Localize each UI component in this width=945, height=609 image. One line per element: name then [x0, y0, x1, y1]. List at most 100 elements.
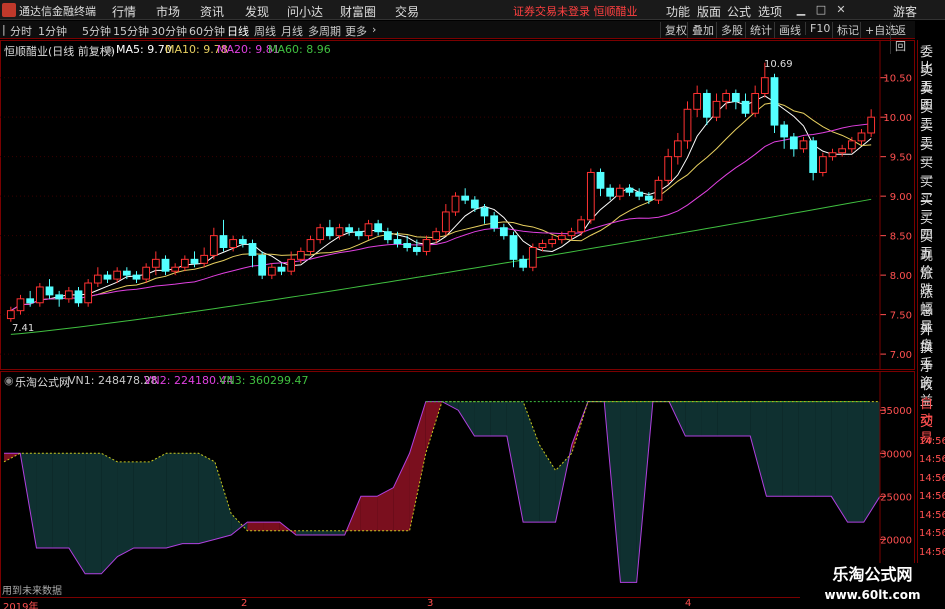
- candle-body: [287, 258, 296, 272]
- menu-zixun[interactable]: 资讯: [200, 3, 224, 20]
- toggle-circle-icon[interactable]: ◉: [104, 43, 114, 56]
- indicator-title: 乐淘公式网: [15, 376, 70, 389]
- tab-more[interactable]: 更多: [345, 23, 367, 39]
- candle-body: [432, 231, 441, 241]
- menu-jiaoyi[interactable]: 交易: [395, 3, 419, 20]
- candle-body: [528, 246, 537, 268]
- candle-body: [538, 243, 547, 248]
- menu-faxian[interactable]: 发现: [245, 3, 269, 20]
- menu-caifuquan[interactable]: 财富圈: [340, 3, 376, 20]
- ma20-line: [10, 123, 872, 312]
- toggle-circle-icon[interactable]: ◉: [4, 374, 14, 387]
- btn-diejia[interactable]: 叠加: [687, 22, 714, 38]
- candle-body: [364, 223, 373, 237]
- candle-body: [847, 140, 856, 150]
- candle-body: [74, 290, 83, 304]
- fill-bear: [620, 401, 637, 583]
- menu-wenxiaoda[interactable]: 问小达: [287, 3, 323, 20]
- candle-body: [64, 290, 73, 300]
- candle-body: [219, 235, 228, 248]
- tab-multi-period[interactable]: 多周期: [308, 23, 341, 39]
- fill-bear: [847, 401, 864, 523]
- fill-bear: [328, 530, 345, 536]
- watermark-title: 乐淘公式网: [832, 565, 913, 584]
- side-item[interactable]: 14:56: [919, 434, 945, 450]
- btn-fuquan[interactable]: 复权: [660, 22, 687, 38]
- candle-body: [760, 77, 769, 94]
- candle-body: [509, 235, 518, 260]
- candle-body: [277, 266, 286, 272]
- minimize-icon[interactable]: ▁: [793, 2, 809, 17]
- btn-duogu[interactable]: 多股: [716, 22, 743, 38]
- fill-bear: [734, 401, 751, 437]
- close-icon[interactable]: ✕: [833, 2, 849, 17]
- candle-body: [403, 243, 412, 248]
- candle-body: [354, 231, 363, 237]
- chevron-right-icon[interactable]: ›: [372, 23, 376, 36]
- fill-bear: [539, 444, 556, 523]
- tab-weekly[interactable]: 周线: [254, 23, 276, 39]
- candle-body: [789, 136, 798, 150]
- candle-body: [741, 100, 750, 114]
- candle-body: [55, 294, 64, 300]
- side-item[interactable]: 14:56: [919, 545, 945, 561]
- side-item[interactable]: 14:56: [919, 471, 945, 487]
- fill-bull: [360, 496, 378, 531]
- tab-60min[interactable]: 60分钟: [189, 23, 225, 39]
- menu-gongshi[interactable]: 公式: [727, 3, 751, 20]
- tab-1min[interactable]: 1分钟: [38, 23, 67, 39]
- y-tick-label: 25000: [880, 492, 912, 503]
- menu-shichang[interactable]: 市场: [156, 3, 180, 20]
- btn-tongji[interactable]: 统计: [745, 22, 772, 38]
- fill-bear: [198, 453, 215, 544]
- indicator-chart[interactable]: 20000 25000 30000 35000: [0, 371, 915, 598]
- menu-xuanxiang[interactable]: 选项: [758, 3, 782, 20]
- tab-15min[interactable]: 15分钟: [113, 23, 149, 39]
- tab-30min[interactable]: 30分钟: [151, 23, 187, 39]
- btn-f10[interactable]: F10: [805, 22, 830, 35]
- tab-monthly[interactable]: 月线: [281, 23, 303, 39]
- candle-body: [229, 239, 238, 248]
- login-notice[interactable]: 证券交易未登录 恒顺醋业: [513, 3, 638, 19]
- tab-fenshi[interactable]: 分时: [10, 23, 32, 39]
- tab-daily[interactable]: 日线: [227, 23, 249, 39]
- btn-biaoji[interactable]: 标记: [832, 22, 859, 38]
- ma60-label: MA60: 8.96: [268, 43, 331, 56]
- fill-bear: [166, 453, 183, 548]
- candle-body: [683, 108, 692, 142]
- fill-bear: [296, 530, 313, 536]
- ma5-label: MA5: 9.70: [116, 43, 172, 56]
- menu-hangqing[interactable]: 行情: [112, 3, 136, 20]
- menu-gongneng[interactable]: 功能: [666, 3, 690, 20]
- candle-body: [770, 77, 779, 126]
- stock-title: 恒顺醋业(日线 前复权): [4, 45, 116, 58]
- menu-banmian[interactable]: 版面: [697, 3, 721, 20]
- candle-body: [238, 239, 247, 245]
- maximize-icon[interactable]: □: [813, 2, 829, 17]
- side-item[interactable]: 14:56: [919, 452, 945, 468]
- candle-body: [316, 227, 325, 241]
- kline-chart[interactable]: 7.00 7.50 8.00 8.50 9.00 9.50 10.00 10.50: [0, 40, 915, 370]
- user-guest[interactable]: 游客: [893, 3, 917, 20]
- date-label-2019: 2019年: [3, 602, 39, 609]
- candle-body: [480, 207, 489, 217]
- fill-bear: [506, 401, 524, 523]
- candle-body: [673, 140, 682, 158]
- vn3-label: VN3: 360299.47: [219, 374, 309, 387]
- candle-body: [393, 239, 402, 245]
- candle-body: [412, 246, 421, 252]
- y-tick-label: 7.00: [890, 350, 912, 361]
- candle-body: [306, 239, 315, 252]
- candle-body: [151, 258, 160, 268]
- tab-5min[interactable]: 5分钟: [82, 23, 111, 39]
- side-item[interactable]: 14:56: [919, 526, 945, 542]
- side-item[interactable]: 14:56: [919, 489, 945, 505]
- side-item[interactable]: 14:56: [919, 508, 945, 524]
- btn-huaxian[interactable]: 画线: [774, 22, 801, 38]
- fill-bear: [782, 401, 799, 497]
- fill-bear: [458, 401, 475, 437]
- fill-bear: [815, 401, 832, 497]
- candle-body: [644, 195, 653, 201]
- watermark: 乐淘公式网 www.60lt.com: [800, 563, 945, 609]
- candle-body: [383, 231, 392, 241]
